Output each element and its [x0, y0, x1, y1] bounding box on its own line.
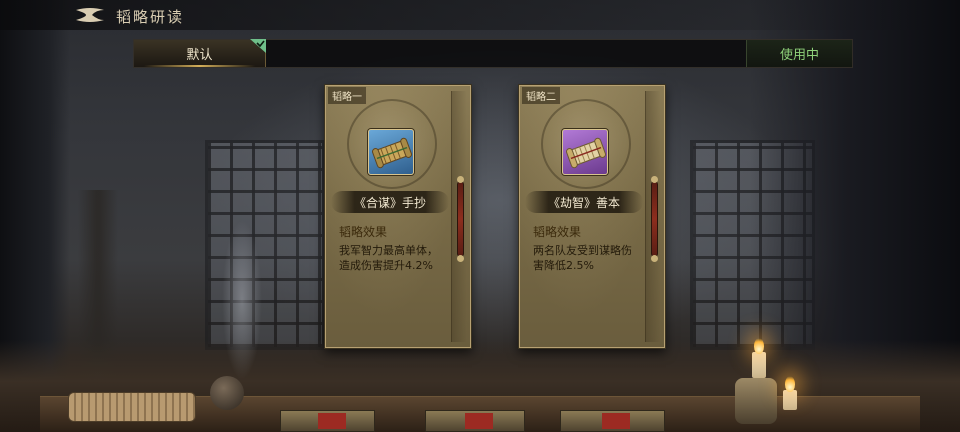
background-lattice-window — [690, 140, 815, 350]
effect-title: 韬略效果 — [339, 225, 388, 239]
background-curtain-left — [0, 0, 70, 432]
background-candle-stand — [78, 190, 118, 400]
oil-lamp-prop — [735, 378, 777, 424]
book-prop — [425, 410, 525, 432]
candle-flame — [754, 338, 764, 354]
background-candle-stand — [872, 195, 912, 395]
card-name: 《劫智》善本 — [547, 195, 620, 210]
incense-smoke — [222, 220, 262, 380]
effect-title: 韬略效果 — [533, 225, 582, 239]
book-prop — [560, 410, 665, 432]
scheme-tab-default[interactable]: 默认 — [134, 39, 266, 67]
card-name: 《合谋》手抄 — [353, 195, 426, 210]
bamboo-scroll-icon[interactable] — [368, 129, 414, 175]
top-bar: 韬略研读 — [0, 0, 960, 30]
in-use-label: 使用中 — [779, 48, 819, 63]
card-slot-label: 韬略一 — [328, 87, 366, 104]
book-prop — [280, 410, 375, 432]
card-slot-label: 韬略二 — [522, 87, 560, 104]
card-side-rail — [645, 91, 661, 342]
check-icon — [250, 39, 266, 53]
scheme-bar: 默认 使用中 — [133, 39, 853, 68]
candle-flame — [785, 376, 795, 392]
effect-description: 我军智力最高单体，造成伤害提升4.2% — [339, 244, 438, 272]
bamboo-scroll-icon[interactable] — [562, 129, 608, 175]
card-name-plate: 《合谋》手抄 — [331, 191, 449, 213]
incense-burner — [210, 376, 244, 410]
scheme-card-1[interactable]: 韬略一 《合谋》手抄 韬略效果 我军智力最高单体，造成伤害提升4.2% — [324, 84, 472, 349]
page-title: 韬略研读 — [116, 8, 185, 26]
bamboo-scroll-prop — [68, 392, 196, 422]
rail-ornament — [457, 176, 464, 262]
card-side-rail — [451, 91, 467, 342]
background-lattice-window — [205, 140, 325, 350]
background-desk — [40, 396, 920, 432]
scheme-tab-label: 默认 — [186, 48, 213, 63]
in-use-button[interactable]: 使用中 — [746, 40, 852, 67]
candle-prop — [783, 390, 797, 410]
scheme-card-2[interactable]: 韬略二 《劫智》善本 韬略效果 两名队友受到谋略伤害降低2.5% — [518, 84, 666, 349]
candle-prop — [752, 352, 766, 378]
rail-ornament — [651, 176, 658, 262]
back-arrow-icon — [76, 8, 104, 22]
card-name-plate: 《劫智》善本 — [525, 191, 643, 213]
effect-description: 两名队友受到谋略伤害降低2.5% — [533, 244, 632, 272]
back-button[interactable] — [74, 4, 110, 26]
background-floor — [0, 340, 960, 432]
